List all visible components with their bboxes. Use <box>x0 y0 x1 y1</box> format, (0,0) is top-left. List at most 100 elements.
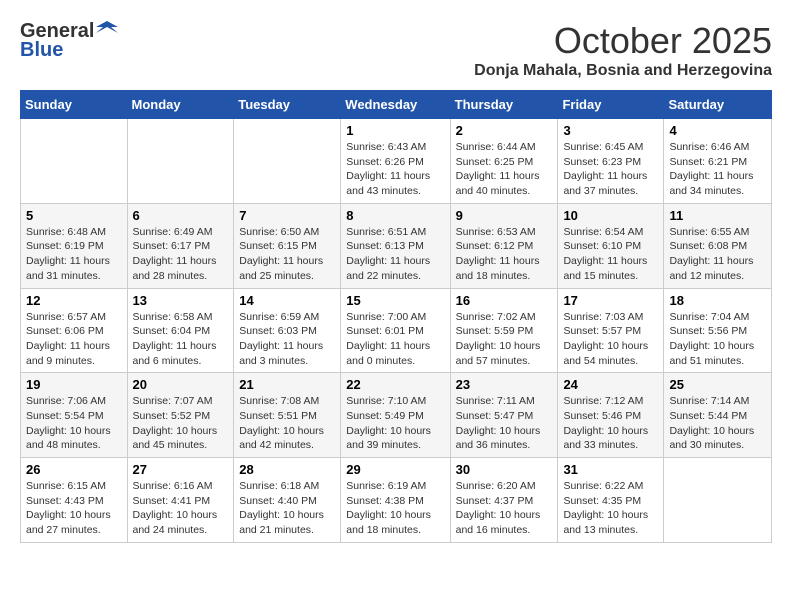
day-number: 16 <box>456 293 553 308</box>
logo: General Blue <box>20 20 118 62</box>
calendar-cell: 29Sunrise: 6:19 AM Sunset: 4:38 PM Dayli… <box>341 458 450 543</box>
day-info: Sunrise: 7:00 AM Sunset: 6:01 PM Dayligh… <box>346 310 444 369</box>
calendar-cell: 13 Sunrise: 6:58 AM Sunset: 6:04 PM Dayli… <box>127 288 234 373</box>
day-number: 2 <box>456 123 553 138</box>
calendar-cell: 19 Sunrise: 7:06 AM Sunset: 5:54 PM Dayli… <box>21 373 128 458</box>
logo-blue-text: Blue <box>20 39 63 62</box>
day-info: Sunrise: 6:54 AM Sunset: 6:10 PM Dayligh… <box>563 225 658 284</box>
day-info: Sunrise: 6:59 AM Sunset: 6:03 PM Dayligh… <box>239 310 335 369</box>
calendar-cell: 24 Sunrise: 7:12 AM Sunset: 5:46 PM Dayli… <box>558 373 664 458</box>
calendar-cell: 3 Sunrise: 6:45 AM Sunset: 6:23 PM Daylig… <box>558 119 664 204</box>
calendar-cell: 5Sunrise: 6:48 AM Sunset: 6:19 PM Daylig… <box>21 203 128 288</box>
day-info: Sunrise: 6:18 AM Sunset: 4:40 PM Dayligh… <box>239 479 335 538</box>
day-info: Sunrise: 6:43 AM Sunset: 6:26 PM Dayligh… <box>346 140 444 199</box>
calendar-cell: 4Sunrise: 6:46 AM Sunset: 6:21 PM Daylig… <box>664 119 772 204</box>
day-number: 5 <box>26 208 122 223</box>
calendar-week-row: 12 Sunrise: 6:57 AM Sunset: 6:06 PM Dayli… <box>21 288 772 373</box>
weekday-header-sunday: Sunday <box>21 91 128 119</box>
calendar-week-row: 19 Sunrise: 7:06 AM Sunset: 5:54 PM Dayli… <box>21 373 772 458</box>
day-number: 18 <box>669 293 766 308</box>
calendar-cell: 22Sunrise: 7:10 AM Sunset: 5:49 PM Dayli… <box>341 373 450 458</box>
weekday-header-wednesday: Wednesday <box>341 91 450 119</box>
day-number: 24 <box>563 377 658 392</box>
day-number: 1 <box>346 123 444 138</box>
calendar-cell: 16 Sunrise: 7:02 AM Sunset: 5:59 PM Dayli… <box>450 288 558 373</box>
calendar-cell <box>127 119 234 204</box>
calendar-cell: 7 Sunrise: 6:50 AM Sunset: 6:15 PM Daylig… <box>234 203 341 288</box>
day-info: Sunrise: 6:49 AM Sunset: 6:17 PM Dayligh… <box>133 225 229 284</box>
calendar-cell: 8 Sunrise: 6:51 AM Sunset: 6:13 PM Daylig… <box>341 203 450 288</box>
weekday-header-tuesday: Tuesday <box>234 91 341 119</box>
day-number: 7 <box>239 208 335 223</box>
calendar-table: SundayMondayTuesdayWednesdayThursdayFrid… <box>20 90 772 543</box>
logo-bird-icon <box>96 19 118 41</box>
calendar-cell: 20 Sunrise: 7:07 AM Sunset: 5:52 PM Dayli… <box>127 373 234 458</box>
day-info: Sunrise: 6:44 AM Sunset: 6:25 PM Dayligh… <box>456 140 553 199</box>
calendar-cell: 21 Sunrise: 7:08 AM Sunset: 5:51 PM Dayli… <box>234 373 341 458</box>
day-info: Sunrise: 6:57 AM Sunset: 6:06 PM Dayligh… <box>26 310 122 369</box>
day-info: Sunrise: 7:14 AM Sunset: 5:44 PM Dayligh… <box>669 394 766 453</box>
location-subtitle: Donja Mahala, Bosnia and Herzegovina <box>474 62 772 80</box>
day-number: 30 <box>456 462 553 477</box>
day-number: 3 <box>563 123 658 138</box>
day-info: Sunrise: 6:45 AM Sunset: 6:23 PM Dayligh… <box>563 140 658 199</box>
calendar-cell: 28 Sunrise: 6:18 AM Sunset: 4:40 PM Dayli… <box>234 458 341 543</box>
day-info: Sunrise: 6:58 AM Sunset: 6:04 PM Dayligh… <box>133 310 229 369</box>
day-info: Sunrise: 6:19 AM Sunset: 4:38 PM Dayligh… <box>346 479 444 538</box>
calendar-cell: 12 Sunrise: 6:57 AM Sunset: 6:06 PM Dayli… <box>21 288 128 373</box>
calendar-cell: 14Sunrise: 6:59 AM Sunset: 6:03 PM Dayli… <box>234 288 341 373</box>
calendar-cell: 18 Sunrise: 7:04 AM Sunset: 5:56 PM Dayli… <box>664 288 772 373</box>
day-number: 9 <box>456 208 553 223</box>
calendar-cell <box>664 458 772 543</box>
weekday-header-monday: Monday <box>127 91 234 119</box>
day-info: Sunrise: 6:46 AM Sunset: 6:21 PM Dayligh… <box>669 140 766 199</box>
day-info: Sunrise: 7:12 AM Sunset: 5:46 PM Dayligh… <box>563 394 658 453</box>
day-info: Sunrise: 6:16 AM Sunset: 4:41 PM Dayligh… <box>133 479 229 538</box>
day-info: Sunrise: 7:02 AM Sunset: 5:59 PM Dayligh… <box>456 310 553 369</box>
day-info: Sunrise: 7:06 AM Sunset: 5:54 PM Dayligh… <box>26 394 122 453</box>
day-number: 26 <box>26 462 122 477</box>
weekday-header-friday: Friday <box>558 91 664 119</box>
day-number: 21 <box>239 377 335 392</box>
day-number: 8 <box>346 208 444 223</box>
calendar-cell: 10 Sunrise: 6:54 AM Sunset: 6:10 PM Dayli… <box>558 203 664 288</box>
day-info: Sunrise: 6:55 AM Sunset: 6:08 PM Dayligh… <box>669 225 766 284</box>
day-info: Sunrise: 6:15 AM Sunset: 4:43 PM Dayligh… <box>26 479 122 538</box>
calendar-cell: 9Sunrise: 6:53 AM Sunset: 6:12 PM Daylig… <box>450 203 558 288</box>
month-year-title: October 2025 <box>474 20 772 62</box>
day-number: 13 <box>133 293 229 308</box>
day-info: Sunrise: 7:07 AM Sunset: 5:52 PM Dayligh… <box>133 394 229 453</box>
calendar-week-row: 5Sunrise: 6:48 AM Sunset: 6:19 PM Daylig… <box>21 203 772 288</box>
day-info: Sunrise: 7:03 AM Sunset: 5:57 PM Dayligh… <box>563 310 658 369</box>
calendar-cell <box>21 119 128 204</box>
weekday-header-row: SundayMondayTuesdayWednesdayThursdayFrid… <box>21 91 772 119</box>
calendar-cell: 26 Sunrise: 6:15 AM Sunset: 4:43 PM Dayli… <box>21 458 128 543</box>
calendar-cell <box>234 119 341 204</box>
day-number: 20 <box>133 377 229 392</box>
title-section: October 2025 Donja Mahala, Bosnia and He… <box>474 20 772 80</box>
day-info: Sunrise: 7:11 AM Sunset: 5:47 PM Dayligh… <box>456 394 553 453</box>
day-number: 27 <box>133 462 229 477</box>
calendar-cell: 2 Sunrise: 6:44 AM Sunset: 6:25 PM Daylig… <box>450 119 558 204</box>
calendar-cell: 25 Sunrise: 7:14 AM Sunset: 5:44 PM Dayli… <box>664 373 772 458</box>
day-number: 10 <box>563 208 658 223</box>
day-number: 12 <box>26 293 122 308</box>
calendar-cell: 30 Sunrise: 6:20 AM Sunset: 4:37 PM Dayli… <box>450 458 558 543</box>
day-info: Sunrise: 6:20 AM Sunset: 4:37 PM Dayligh… <box>456 479 553 538</box>
weekday-header-saturday: Saturday <box>664 91 772 119</box>
day-number: 23 <box>456 377 553 392</box>
calendar-cell: 6 Sunrise: 6:49 AM Sunset: 6:17 PM Daylig… <box>127 203 234 288</box>
day-info: Sunrise: 6:50 AM Sunset: 6:15 PM Dayligh… <box>239 225 335 284</box>
calendar-cell: 1 Sunrise: 6:43 AM Sunset: 6:26 PM Daylig… <box>341 119 450 204</box>
day-number: 28 <box>239 462 335 477</box>
weekday-header-thursday: Thursday <box>450 91 558 119</box>
day-info: Sunrise: 7:10 AM Sunset: 5:49 PM Dayligh… <box>346 394 444 453</box>
calendar-cell: 15Sunrise: 7:00 AM Sunset: 6:01 PM Dayli… <box>341 288 450 373</box>
day-number: 19 <box>26 377 122 392</box>
day-number: 11 <box>669 208 766 223</box>
day-info: Sunrise: 6:51 AM Sunset: 6:13 PM Dayligh… <box>346 225 444 284</box>
day-number: 25 <box>669 377 766 392</box>
day-info: Sunrise: 7:08 AM Sunset: 5:51 PM Dayligh… <box>239 394 335 453</box>
day-info: Sunrise: 7:04 AM Sunset: 5:56 PM Dayligh… <box>669 310 766 369</box>
day-number: 6 <box>133 208 229 223</box>
